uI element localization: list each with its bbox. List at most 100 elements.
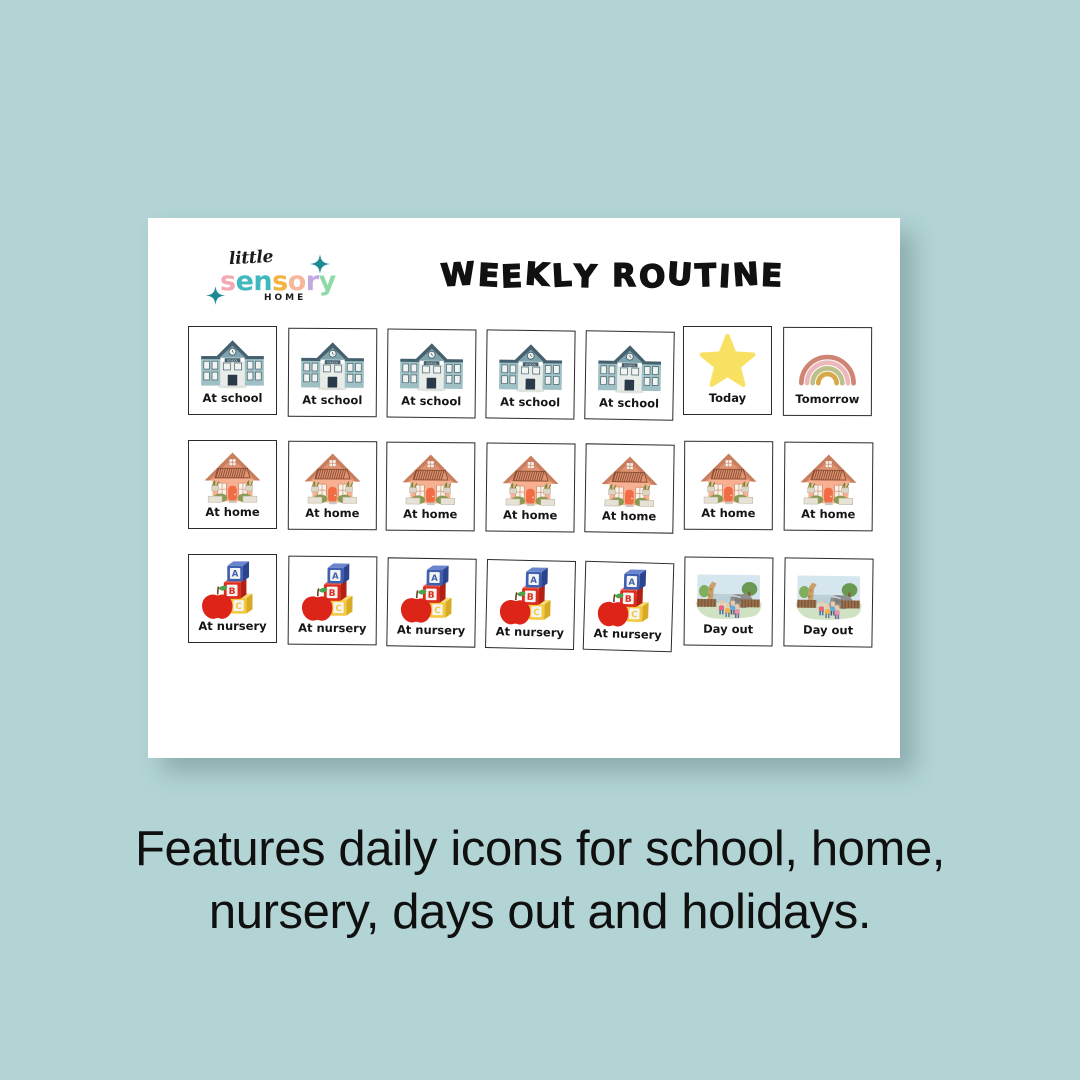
title-char: T <box>694 257 720 295</box>
title-char: E <box>760 257 786 295</box>
routine-card-tomorrow[interactable]: Tomorrow <box>782 326 873 417</box>
routine-card-today[interactable]: Today <box>683 326 772 415</box>
sheet-header: little sensory HOME WEEKLY ROUTINE <box>148 240 900 318</box>
routine-card-label: At home <box>205 505 260 519</box>
svg-text:B: B <box>625 595 632 605</box>
routine-card-label: Day out <box>802 622 854 638</box>
routine-card-at-home[interactable]: At home <box>188 440 277 529</box>
routine-card-grid: SCHOOL At school SCHOOL At school SCHOOL At s… <box>188 326 874 668</box>
svg-text:SCHOOL: SCHOOL <box>227 358 239 362</box>
routine-card-at-nursery[interactable]: C B A At nursery <box>287 555 378 646</box>
routine-card-label: At home <box>403 506 458 522</box>
routine-card-label: At nursery <box>396 622 466 638</box>
svg-text:SCHOOL: SCHOOL <box>525 362 537 366</box>
logo-letter-s: s <box>220 266 236 297</box>
home-row: At home At home At home At home At home At ho… <box>188 440 874 554</box>
routine-card-label: At home <box>305 505 360 521</box>
logo-letter-r: r <box>305 266 319 297</box>
school-row: SCHOOL At school SCHOOL At school SCHOOL At s… <box>188 326 873 440</box>
svg-text:B: B <box>229 587 236 597</box>
routine-card-at-home[interactable]: At home <box>385 441 476 532</box>
weekly-routine-sheet: little sensory HOME WEEKLY ROUTINE SCHOO… <box>148 218 900 758</box>
house-icon <box>487 446 575 513</box>
routine-card-at-school[interactable]: SCHOOL At school <box>287 327 378 418</box>
abc-blocks-icon: CBA <box>584 565 673 634</box>
routine-card-at-home[interactable]: At home <box>683 440 774 531</box>
star-icon <box>684 330 771 396</box>
svg-text:A: A <box>628 578 635 588</box>
house-icon <box>387 446 475 513</box>
routine-card-label: At nursery <box>298 620 367 636</box>
nursery-row: C B A At nursery C B A At nursery C B A At nursery C… <box>188 554 874 668</box>
house-icon <box>685 445 772 511</box>
routine-card-label: At nursery <box>495 624 565 640</box>
zoo-icon <box>785 561 873 628</box>
abc-blocks-icon: CBA <box>289 560 377 627</box>
logo-home-text: HOME <box>264 293 307 303</box>
routine-card-label: At school <box>500 394 561 410</box>
svg-text:B: B <box>329 589 336 599</box>
routine-card-at-school[interactable]: SCHOOL At school <box>188 326 277 415</box>
routine-card-at-home[interactable]: At home <box>485 442 576 533</box>
rainbow-icon <box>784 331 871 397</box>
caption-line-1: Features daily icons for school, home, <box>134 822 946 876</box>
routine-card-at-home[interactable]: At home <box>287 440 378 531</box>
routine-card-at-nursery[interactable]: C B A At nursery <box>485 559 576 650</box>
logo-letter-e: e <box>235 266 254 297</box>
routine-card-day-out[interactable]: Day out <box>783 557 874 648</box>
svg-text:B: B <box>527 593 534 603</box>
routine-card-at-school[interactable]: SCHOOL At school <box>386 328 477 419</box>
routine-card-label: At school <box>202 391 263 405</box>
routine-card-label: At home <box>701 505 756 521</box>
title-char: U <box>666 255 698 294</box>
routine-card-label: At nursery <box>593 625 663 642</box>
routine-card-label: At school <box>302 392 363 408</box>
title-char: N <box>731 255 763 294</box>
title-char: K <box>523 255 553 294</box>
brand-logo: little sensory HOME <box>206 247 346 318</box>
page-title: WEEKLY ROUTINE <box>398 255 828 297</box>
school-icon: SCHOOL <box>189 330 276 396</box>
svg-text:SCHOOL: SCHOOL <box>327 360 339 364</box>
school-icon: SCHOOL <box>586 334 674 402</box>
routine-card-at-home[interactable]: At home <box>584 443 675 534</box>
routine-card-label: At nursery <box>198 619 267 633</box>
abc-blocks-icon: CBA <box>486 563 574 631</box>
house-icon <box>289 445 376 511</box>
school-icon: SCHOOL <box>388 333 476 400</box>
svg-text:C: C <box>434 606 440 616</box>
routine-card-label: Day out <box>703 621 754 637</box>
title-char <box>599 257 612 293</box>
svg-text:SCHOOL: SCHOOL <box>624 363 636 367</box>
routine-card-at-home[interactable]: At home <box>783 441 874 532</box>
abc-blocks-icon: CBA <box>388 561 476 628</box>
svg-text:C: C <box>631 610 638 620</box>
title-char: W <box>439 255 480 295</box>
house-icon <box>586 447 674 514</box>
svg-text:A: A <box>332 572 339 582</box>
routine-card-day-out[interactable]: Day out <box>683 556 774 647</box>
zoo-icon <box>685 561 773 628</box>
title-char: Y <box>573 258 601 296</box>
routine-card-label: At home <box>601 508 657 524</box>
routine-card-label: Today <box>708 391 747 405</box>
routine-card-label: At home <box>502 507 558 523</box>
house-icon <box>785 446 873 513</box>
svg-text:A: A <box>232 570 239 580</box>
caption: Features daily icons for school, home, n… <box>0 818 1080 943</box>
routine-card-label: Tomorrow <box>795 391 860 407</box>
svg-text:B: B <box>428 591 435 601</box>
routine-card-at-school[interactable]: SCHOOL At school <box>584 330 675 421</box>
svg-text:C: C <box>533 608 540 618</box>
routine-card-label: At school <box>598 395 660 411</box>
svg-text:A: A <box>530 576 537 586</box>
logo-letter-y: y <box>318 266 337 297</box>
school-icon: SCHOOL <box>487 333 575 400</box>
svg-text:C: C <box>335 604 341 614</box>
routine-card-at-school[interactable]: SCHOOL At school <box>485 329 576 420</box>
title-char: R <box>611 257 639 294</box>
routine-card-at-nursery[interactable]: C B A At nursery <box>386 557 477 648</box>
routine-card-at-nursery[interactable]: C B A At nursery <box>582 560 675 653</box>
title-char: O <box>637 258 669 297</box>
routine-card-at-nursery[interactable]: C B A At nursery <box>188 554 277 643</box>
